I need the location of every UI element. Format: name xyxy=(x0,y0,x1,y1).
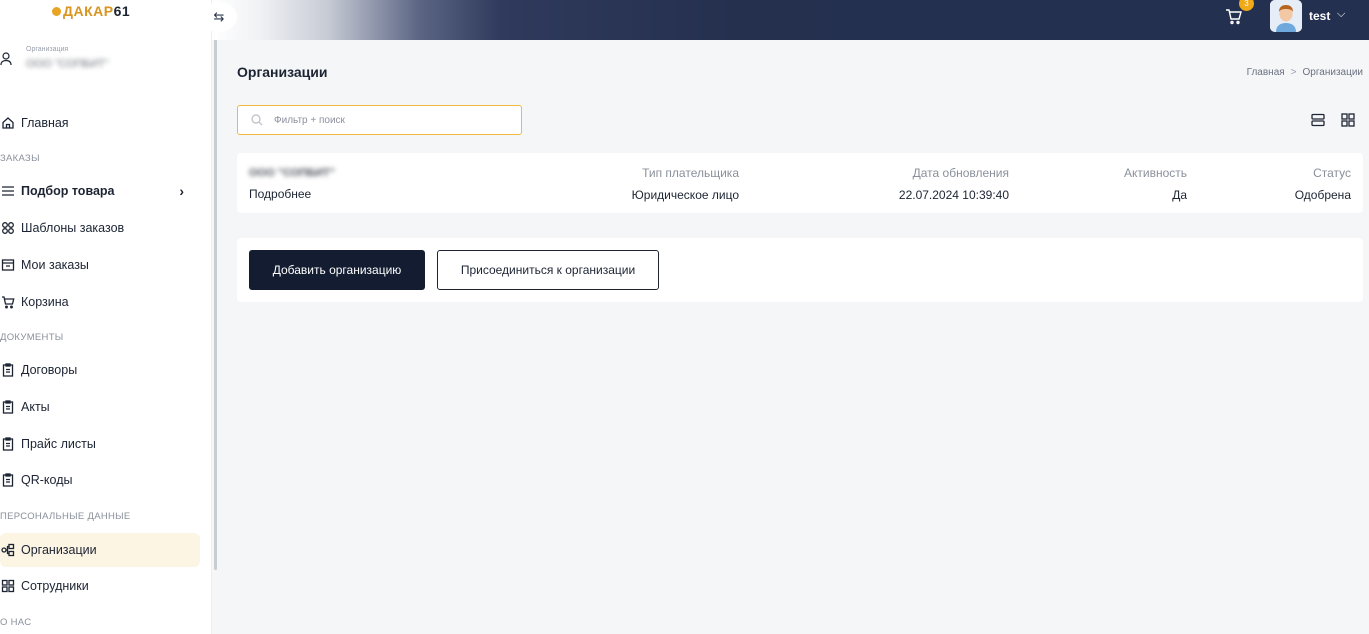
payer-type-value: Юридическое лицо xyxy=(631,188,739,202)
top-bar xyxy=(212,0,1369,40)
join-organization-button[interactable]: Присоединиться к организации xyxy=(437,250,659,290)
sidebar-item-label: QR-коды xyxy=(21,473,73,487)
activity-header: Активность xyxy=(1123,166,1187,180)
breadcrumb-home-link[interactable]: Главная xyxy=(1247,67,1285,78)
sidebar-item-order-templates[interactable]: Шаблоны заказов xyxy=(0,211,200,245)
chevron-down-icon[interactable]: ⌵ xyxy=(1337,8,1345,21)
sidebar-item-label: Шаблоны заказов xyxy=(21,221,125,235)
logo-text: ДАКАР xyxy=(63,3,114,19)
sidebar-item-label: Корзина xyxy=(21,295,69,309)
logo-mark-icon xyxy=(52,7,61,16)
user-icon xyxy=(0,52,12,66)
organization-card: ООО "СОПБИТ" Подробнее Тип плательщика Ю… xyxy=(237,153,1363,213)
search-box[interactable] xyxy=(237,105,522,135)
section-personal-data: ПЕРСОНАЛЬНЫЕ ДАННЫЕ xyxy=(0,511,131,522)
clipboard-icon xyxy=(0,436,16,452)
list-view-toggle[interactable] xyxy=(1311,113,1325,127)
breadcrumb: Главная > Организации xyxy=(1247,67,1363,78)
menu-icon xyxy=(0,183,16,199)
status-header: Статус xyxy=(1313,166,1351,180)
sidebar-item-label: Подбор товара xyxy=(21,184,115,198)
sidebar-item-label: Организации xyxy=(21,543,97,557)
sidebar-item-my-orders[interactable]: Мои заказы xyxy=(0,248,200,282)
username[interactable]: test xyxy=(1309,9,1330,23)
sidebar-item-label: Договоры xyxy=(21,363,78,377)
sidebar-item-label: Акты xyxy=(21,400,50,414)
activity-value: Да xyxy=(1172,188,1187,202)
organization-caption: Организация xyxy=(26,46,69,53)
payer-type-header: Тип плательщика xyxy=(642,166,739,180)
orders-box-icon xyxy=(0,257,16,273)
organization-name: ООО "СОПБИТ" xyxy=(26,58,109,70)
breadcrumb-current: Организации xyxy=(1302,67,1363,78)
organization-name: ООО "СОПБИТ" xyxy=(249,167,335,179)
logo-number: 61 xyxy=(113,3,131,19)
sidebar-item-qr-codes[interactable]: QR-коды xyxy=(0,463,200,497)
sidebar-item-cart[interactable]: Корзина xyxy=(0,285,200,319)
breadcrumb-separator-icon: > xyxy=(1290,67,1297,78)
updated-column: Дата обновления 22.07.2024 10:39:40 xyxy=(899,166,1009,202)
sidebar-item-organizations[interactable]: Организации xyxy=(0,533,200,567)
current-organization[interactable]: Организация ООО "СОПБИТ" xyxy=(0,44,200,80)
sidebar: ДАКАР61 Организация ООО "СОПБИТ" Главная… xyxy=(0,0,212,634)
sidebar-toggle-button[interactable]: ⇆ xyxy=(201,2,237,32)
section-about: О НАС xyxy=(0,617,32,628)
sidebar-item-contracts[interactable]: Договоры xyxy=(0,353,200,387)
section-orders: ЗАКАЗЫ xyxy=(0,153,40,164)
sidebar-item-label: Сотрудники xyxy=(21,579,89,593)
details-link[interactable]: Подробнее xyxy=(249,187,311,201)
avatar[interactable] xyxy=(1270,0,1302,32)
grid-view-toggle[interactable] xyxy=(1341,113,1355,127)
organization-structure-icon xyxy=(0,542,16,558)
sidebar-item-label: Прайс листы xyxy=(21,437,96,451)
swap-arrows-icon: ⇆ xyxy=(213,9,225,24)
sidebar-item-label: Мои заказы xyxy=(21,258,89,272)
sidebar-item-picking[interactable]: Подбор товара › xyxy=(0,174,200,208)
templates-icon xyxy=(0,220,16,236)
list-view-icon xyxy=(1311,113,1325,127)
sidebar-item-price-lists[interactable]: Прайс листы xyxy=(0,427,200,461)
status-value: Одобрена xyxy=(1294,188,1351,202)
clipboard-icon xyxy=(0,362,16,378)
search-icon xyxy=(251,113,265,127)
employees-icon xyxy=(0,578,16,594)
home-icon xyxy=(0,115,16,131)
add-organization-button[interactable]: Добавить организацию xyxy=(249,250,425,290)
grid-view-icon xyxy=(1341,113,1355,127)
payer-type-column: Тип плательщика Юридическое лицо xyxy=(632,166,739,202)
cart-icon xyxy=(0,294,16,310)
section-documents: ДОКУМЕНТЫ xyxy=(0,332,64,343)
sidebar-item-employees[interactable]: Сотрудники xyxy=(0,569,200,603)
actions-panel: Добавить организацию Присоединиться к ор… xyxy=(237,238,1363,302)
activity-column: Активность Да xyxy=(1124,166,1187,202)
sidebar-item-label: Главная xyxy=(21,116,69,130)
search-input[interactable] xyxy=(274,114,504,126)
status-column: Статус Одобрена xyxy=(1295,166,1351,202)
sidebar-item-home[interactable]: Главная xyxy=(0,106,200,140)
page-title: Организации xyxy=(237,64,328,80)
chevron-right-icon: › xyxy=(179,183,184,199)
updated-value: 22.07.2024 10:39:40 xyxy=(898,188,1009,202)
sidebar-item-acts[interactable]: Акты xyxy=(0,390,200,424)
sidebar-scrollbar[interactable] xyxy=(214,30,217,570)
clipboard-icon xyxy=(0,399,16,415)
clipboard-icon xyxy=(0,472,16,488)
updated-header: Дата обновления xyxy=(912,166,1009,180)
brand-logo[interactable]: ДАКАР61 xyxy=(52,3,130,19)
